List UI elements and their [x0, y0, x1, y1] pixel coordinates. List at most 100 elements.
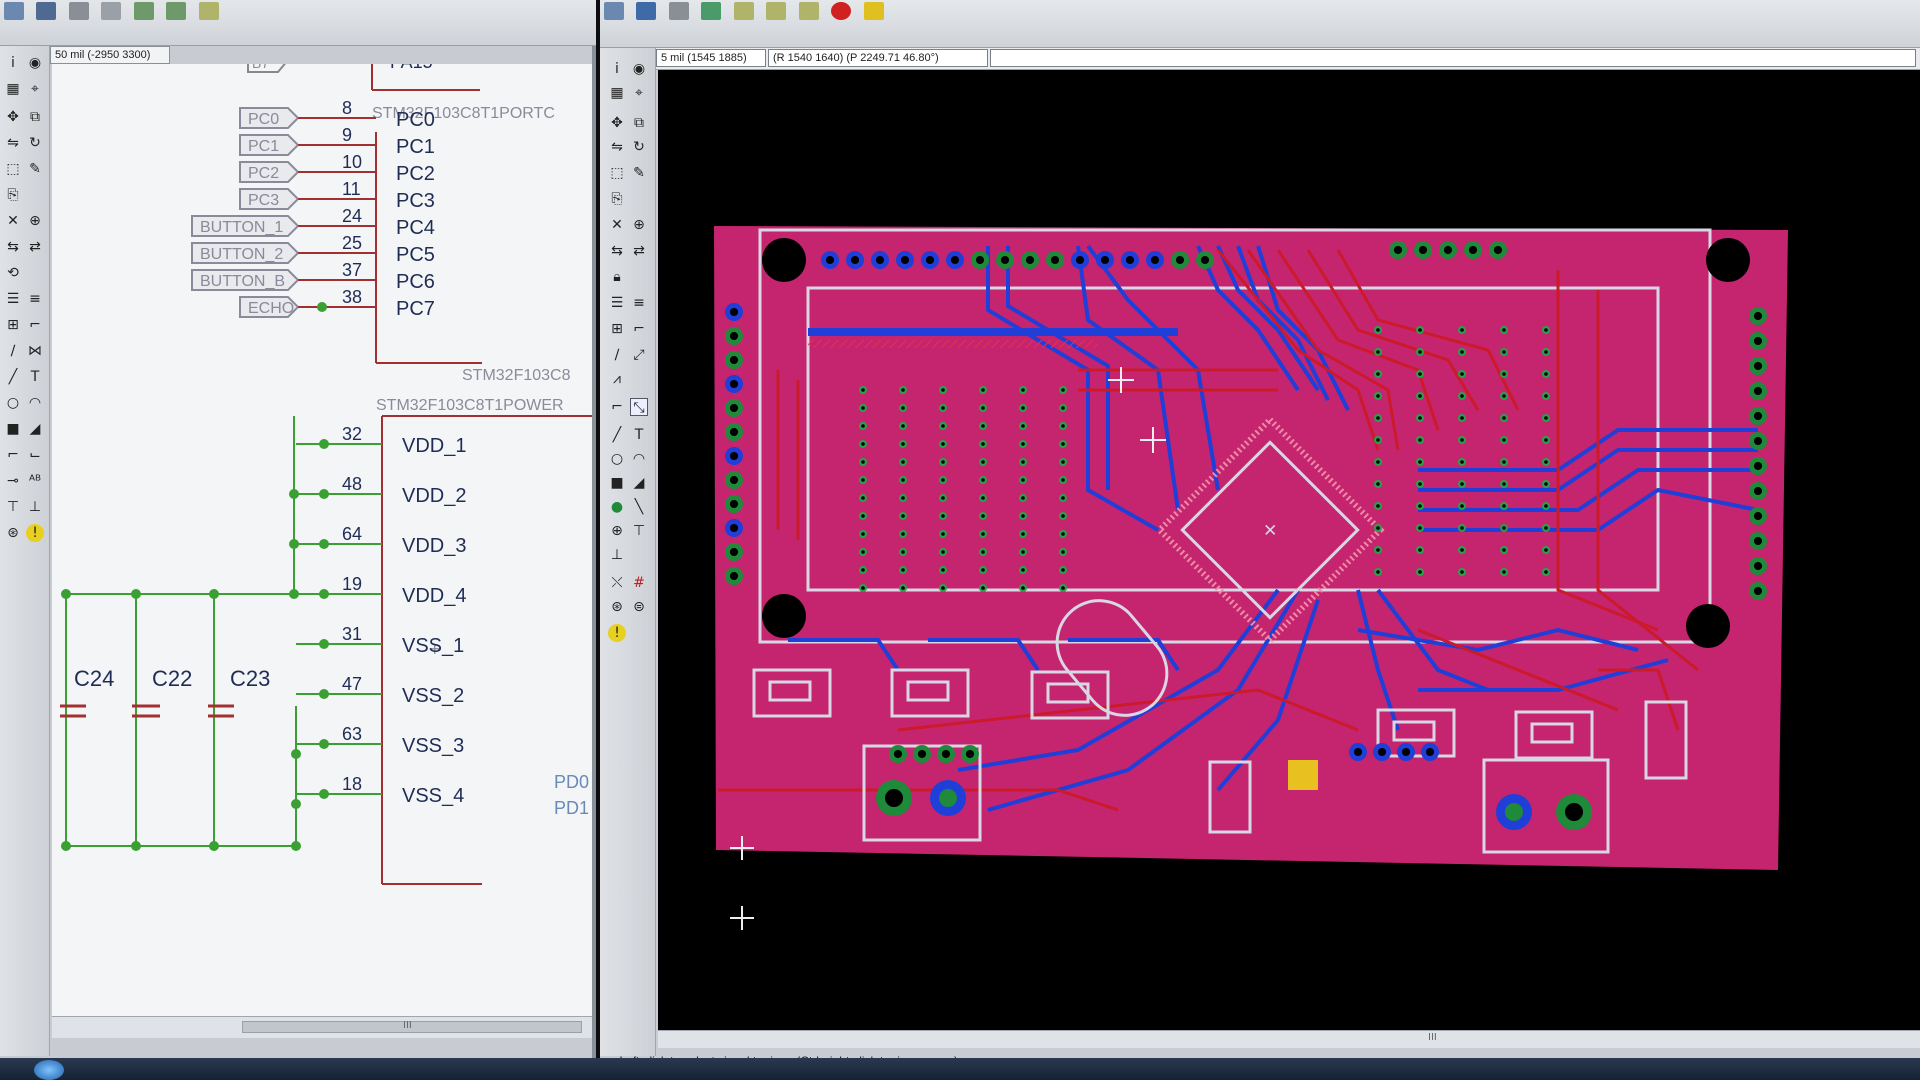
- miter-icon[interactable]: ⌐: [630, 320, 648, 338]
- board-grid-field[interactable]: 5 mil (1545 1885): [656, 49, 766, 67]
- net-icon[interactable]: ⌙: [26, 446, 44, 464]
- board-command-line[interactable]: [990, 49, 1916, 67]
- board-stop-icon[interactable]: [831, 2, 852, 20]
- board-zoom-out-icon[interactable]: [766, 2, 787, 20]
- autorouter-icon[interactable]: #: [630, 574, 648, 592]
- board-help-icon[interactable]: [863, 2, 884, 20]
- replace-icon[interactable]: ⟲: [4, 264, 22, 282]
- schematic-horizontal-scrollbar[interactable]: III: [52, 1016, 592, 1038]
- rotate-icon[interactable]: ↻: [26, 134, 44, 152]
- arc-icon[interactable]: ◠: [630, 450, 648, 468]
- value-icon[interactable]: ≡: [630, 294, 648, 312]
- mark-icon[interactable]: ⌖: [26, 80, 44, 98]
- power-pin-row[interactable]: 47 VSS_2: [296, 674, 464, 707]
- board-print-icon[interactable]: [668, 2, 689, 20]
- rect-icon[interactable]: ■: [4, 420, 22, 438]
- smash-icon[interactable]: ⊞: [4, 316, 22, 334]
- start-button-icon[interactable]: [34, 1060, 64, 1080]
- attribute-icon[interactable]: ⊤: [630, 522, 648, 540]
- mark-icon[interactable]: ⌖: [630, 84, 648, 102]
- text-icon[interactable]: T: [26, 368, 44, 386]
- erc-icon[interactable]: ⊛: [4, 524, 22, 542]
- junction-icon[interactable]: ⊸: [4, 472, 22, 490]
- show-icon[interactable]: ◉: [26, 54, 44, 72]
- ratsnest-icon[interactable]: ⤬: [608, 574, 626, 592]
- group-icon[interactable]: ⬚: [4, 160, 22, 178]
- smash-icon[interactable]: ⊞: [608, 320, 626, 338]
- name-icon[interactable]: ☰: [4, 290, 22, 308]
- copy-icon[interactable]: ⧉: [630, 114, 648, 132]
- dimension-icon[interactable]: ⊥: [26, 498, 44, 516]
- warning-icon[interactable]: !: [608, 624, 626, 642]
- split-icon[interactable]: ∕: [608, 346, 626, 364]
- move-icon[interactable]: ✥: [608, 114, 626, 132]
- optimize-icon[interactable]: ⤢: [630, 346, 648, 364]
- paste-icon[interactable]: ⎘: [608, 190, 626, 208]
- circle-icon[interactable]: ○: [608, 450, 626, 468]
- add-icon[interactable]: ⊕: [630, 216, 648, 234]
- hole-icon[interactable]: ⊕: [608, 522, 626, 540]
- wire-icon[interactable]: ╱: [608, 426, 626, 444]
- paste-icon[interactable]: ⎘: [4, 186, 22, 204]
- toolbar-open-icon[interactable]: [4, 2, 24, 20]
- toolbar-print-icon[interactable]: [68, 2, 89, 20]
- display-icon[interactable]: ▦: [608, 84, 626, 102]
- route-icon[interactable]: ⌐: [608, 398, 626, 416]
- board-save-icon[interactable]: [636, 2, 657, 20]
- via-icon[interactable]: ●: [608, 498, 626, 516]
- polygon-icon[interactable]: ◢: [630, 474, 648, 492]
- portc-pin-row[interactable]: PC0 8 PC0: [239, 98, 435, 131]
- schematic-canvas[interactable]: PA15 B7 STM32F103C8T1PORTC STM32F103C8 P…: [52, 64, 592, 1016]
- swap-icon[interactable]: ⇄: [630, 242, 648, 260]
- rotate-icon[interactable]: ↻: [630, 138, 648, 156]
- toolbar-redo-icon[interactable]: [166, 2, 187, 20]
- board-zoom-in-icon[interactable]: [733, 2, 754, 20]
- errors-icon[interactable]: !: [26, 524, 44, 542]
- drc-icon[interactable]: ⊛: [608, 598, 626, 616]
- label-icon[interactable]: ᴬᴮ: [26, 472, 44, 490]
- change-icon[interactable]: ✎: [630, 164, 648, 182]
- delete-icon[interactable]: ✕: [608, 216, 626, 234]
- value-icon[interactable]: ≡: [26, 290, 44, 308]
- lock-icon[interactable]: 🔒︎: [608, 268, 626, 286]
- meander-icon[interactable]: ⩘: [608, 370, 626, 388]
- group-icon[interactable]: ⬚: [608, 164, 626, 182]
- mirror-icon[interactable]: ⇋: [4, 134, 22, 152]
- invoke-icon[interactable]: ⋈: [26, 342, 44, 360]
- board-open-icon[interactable]: [604, 2, 624, 20]
- toolbar-zoom-icon[interactable]: [198, 2, 219, 20]
- board-horizontal-scrollbar[interactable]: III: [658, 1030, 1920, 1048]
- signal-icon[interactable]: ╲: [630, 498, 648, 516]
- polygon-icon[interactable]: ◢: [26, 420, 44, 438]
- toolbar-undo-icon[interactable]: [133, 2, 154, 20]
- arc-icon[interactable]: ◠: [26, 394, 44, 412]
- power-pin-row[interactable]: 63 VSS_3: [296, 724, 464, 757]
- info-icon[interactable]: i: [608, 60, 626, 78]
- display-icon[interactable]: ▦: [4, 80, 22, 98]
- change-icon[interactable]: ✎: [26, 160, 44, 178]
- board-cam-icon[interactable]: [701, 2, 722, 20]
- add-icon[interactable]: ⊕: [26, 212, 44, 230]
- pinswap-icon[interactable]: ⇆: [4, 238, 22, 256]
- show-icon[interactable]: ◉: [630, 60, 648, 78]
- toolbar-save-icon[interactable]: [36, 2, 57, 20]
- replace-icon[interactable]: ⇆: [608, 242, 626, 260]
- errors-icon[interactable]: ⊜: [630, 598, 648, 616]
- board-canvas[interactable]: +: [658, 70, 1920, 1030]
- attribute-icon[interactable]: ⊤: [4, 498, 22, 516]
- schematic-scroll-thumb[interactable]: III: [242, 1020, 582, 1033]
- delete-icon[interactable]: ✕: [4, 212, 22, 230]
- board-zoom-fit-icon[interactable]: [798, 2, 819, 20]
- name-icon[interactable]: ☰: [608, 294, 626, 312]
- info-icon[interactable]: i: [4, 54, 22, 72]
- miter-icon[interactable]: ⌐: [26, 316, 44, 334]
- text-icon[interactable]: T: [630, 426, 648, 444]
- dimension-icon[interactable]: ⊥: [608, 546, 626, 564]
- circle-icon[interactable]: ○: [4, 394, 22, 412]
- power-pin-row[interactable]: 18 VSS_4: [296, 774, 464, 807]
- bus-icon[interactable]: ⌐: [4, 446, 22, 464]
- mirror-icon[interactable]: ⇋: [608, 138, 626, 156]
- gateswap-icon[interactable]: ⇄: [26, 238, 44, 256]
- rect-icon[interactable]: ■: [608, 474, 626, 492]
- copy-icon[interactable]: ⧉: [26, 108, 44, 126]
